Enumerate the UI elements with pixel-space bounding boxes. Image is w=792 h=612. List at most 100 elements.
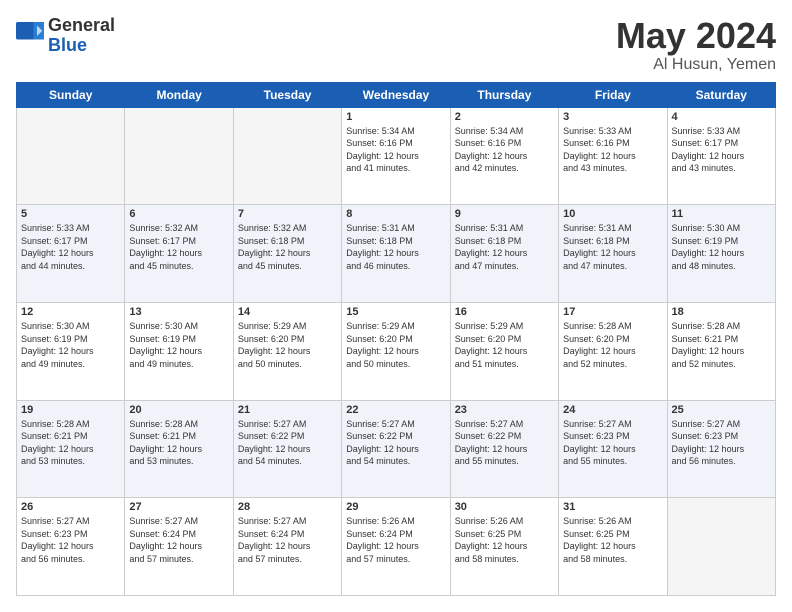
day-info: Sunrise: 5:27 AM Sunset: 6:22 PM Dayligh… xyxy=(238,418,337,468)
day-info: Sunrise: 5:27 AM Sunset: 6:23 PM Dayligh… xyxy=(563,418,662,468)
table-row: 26Sunrise: 5:27 AM Sunset: 6:23 PM Dayli… xyxy=(17,498,125,596)
logo-icon xyxy=(16,22,44,50)
day-number: 24 xyxy=(563,404,662,416)
day-info: Sunrise: 5:30 AM Sunset: 6:19 PM Dayligh… xyxy=(21,320,120,370)
day-info: Sunrise: 5:28 AM Sunset: 6:21 PM Dayligh… xyxy=(21,418,120,468)
day-number: 12 xyxy=(21,306,120,318)
day-number: 15 xyxy=(346,306,445,318)
day-info: Sunrise: 5:27 AM Sunset: 6:24 PM Dayligh… xyxy=(238,515,337,565)
header-saturday: Saturday xyxy=(667,82,775,107)
logo-general-text: General xyxy=(48,16,115,36)
day-info: Sunrise: 5:32 AM Sunset: 6:17 PM Dayligh… xyxy=(129,222,228,272)
header-wednesday: Wednesday xyxy=(342,82,450,107)
day-number: 11 xyxy=(672,208,771,220)
day-info: Sunrise: 5:28 AM Sunset: 6:21 PM Dayligh… xyxy=(672,320,771,370)
logo-text: General Blue xyxy=(48,16,115,56)
table-row: 18 Sunrise: 5:28 AM Sunset: 6:21 PM Dayli… xyxy=(667,302,775,400)
table-row: 8 Sunrise: 5:31 AM Sunset: 6:18 PM Daylig… xyxy=(342,205,450,303)
day-number: 4 xyxy=(672,111,771,123)
day-number: 10 xyxy=(563,208,662,220)
table-row: 30 Sunrise: 5:26 AM Sunset: 6:25 PM Dayli… xyxy=(450,498,558,596)
table-row: 7Sunrise: 5:32 AM Sunset: 6:18 PM Daylig… xyxy=(233,205,341,303)
table-row: 29 Sunrise: 5:26 AM Sunset: 6:24 PM Dayli… xyxy=(342,498,450,596)
day-info: Sunrise: 5:27 AM Sunset: 6:24 PM Dayligh… xyxy=(129,515,228,565)
day-info: Sunrise: 5:31 AM Sunset: 6:18 PM Dayligh… xyxy=(455,222,554,272)
day-number: 17 xyxy=(563,306,662,318)
logo: General Blue xyxy=(16,16,115,56)
table-row xyxy=(17,107,125,205)
table-row xyxy=(233,107,341,205)
calendar-week-row: 26Sunrise: 5:27 AM Sunset: 6:23 PM Dayli… xyxy=(17,498,776,596)
table-row: 1 Sunrise: 5:34 AM Sunset: 6:16 PM Daylig… xyxy=(342,107,450,205)
day-number: 9 xyxy=(455,208,554,220)
day-number: 14 xyxy=(238,306,337,318)
header-sunday: Sunday xyxy=(17,82,125,107)
day-number: 2 xyxy=(455,111,554,123)
day-info: Sunrise: 5:28 AM Sunset: 6:21 PM Dayligh… xyxy=(129,418,228,468)
day-info: Sunrise: 5:27 AM Sunset: 6:22 PM Dayligh… xyxy=(455,418,554,468)
day-number: 1 xyxy=(346,111,445,123)
month-title: May 2024 xyxy=(616,16,776,56)
day-number: 25 xyxy=(672,404,771,416)
table-row: 14 Sunrise: 5:29 AM Sunset: 6:20 PM Dayli… xyxy=(233,302,341,400)
day-number: 29 xyxy=(346,501,445,513)
day-number: 20 xyxy=(129,404,228,416)
day-info: Sunrise: 5:26 AM Sunset: 6:25 PM Dayligh… xyxy=(563,515,662,565)
table-row: 19Sunrise: 5:28 AM Sunset: 6:21 PM Dayli… xyxy=(17,400,125,498)
day-number: 30 xyxy=(455,501,554,513)
day-info: Sunrise: 5:29 AM Sunset: 6:20 PM Dayligh… xyxy=(238,320,337,370)
day-number: 6 xyxy=(129,208,228,220)
day-info: Sunrise: 5:33 AM Sunset: 6:16 PM Dayligh… xyxy=(563,125,662,175)
table-row: 20 Sunrise: 5:28 AM Sunset: 6:21 PM Dayli… xyxy=(125,400,233,498)
table-row: 31 Sunrise: 5:26 AM Sunset: 6:25 PM Dayli… xyxy=(559,498,667,596)
header-tuesday: Tuesday xyxy=(233,82,341,107)
table-row: 17 Sunrise: 5:28 AM Sunset: 6:20 PM Dayli… xyxy=(559,302,667,400)
header-friday: Friday xyxy=(559,82,667,107)
day-info: Sunrise: 5:34 AM Sunset: 6:16 PM Dayligh… xyxy=(346,125,445,175)
table-row: 11Sunrise: 5:30 AM Sunset: 6:19 PM Dayli… xyxy=(667,205,775,303)
day-info: Sunrise: 5:29 AM Sunset: 6:20 PM Dayligh… xyxy=(455,320,554,370)
table-row: 5 Sunrise: 5:33 AM Sunset: 6:17 PM Daylig… xyxy=(17,205,125,303)
day-info: Sunrise: 5:27 AM Sunset: 6:23 PM Dayligh… xyxy=(21,515,120,565)
table-row: 13 Sunrise: 5:30 AM Sunset: 6:19 PM Dayli… xyxy=(125,302,233,400)
table-row xyxy=(667,498,775,596)
table-row: 4 Sunrise: 5:33 AM Sunset: 6:17 PM Daylig… xyxy=(667,107,775,205)
day-number: 7 xyxy=(238,208,337,220)
day-info: Sunrise: 5:27 AM Sunset: 6:23 PM Dayligh… xyxy=(672,418,771,468)
day-number: 21 xyxy=(238,404,337,416)
page: General Blue May 2024 Al Husun, Yemen Su… xyxy=(0,0,792,612)
day-info: Sunrise: 5:33 AM Sunset: 6:17 PM Dayligh… xyxy=(672,125,771,175)
table-row xyxy=(125,107,233,205)
day-number: 13 xyxy=(129,306,228,318)
day-number: 18 xyxy=(672,306,771,318)
day-number: 3 xyxy=(563,111,662,123)
calendar-week-row: 19Sunrise: 5:28 AM Sunset: 6:21 PM Dayli… xyxy=(17,400,776,498)
calendar-table: Sunday Monday Tuesday Wednesday Thursday… xyxy=(16,82,776,596)
table-row: 3 Sunrise: 5:33 AM Sunset: 6:16 PM Daylig… xyxy=(559,107,667,205)
day-info: Sunrise: 5:26 AM Sunset: 6:25 PM Dayligh… xyxy=(455,515,554,565)
table-row: 21 Sunrise: 5:27 AM Sunset: 6:22 PM Dayli… xyxy=(233,400,341,498)
day-number: 27 xyxy=(129,501,228,513)
table-row: 24 Sunrise: 5:27 AM Sunset: 6:23 PM Dayli… xyxy=(559,400,667,498)
table-row: 27 Sunrise: 5:27 AM Sunset: 6:24 PM Dayli… xyxy=(125,498,233,596)
day-info: Sunrise: 5:27 AM Sunset: 6:22 PM Dayligh… xyxy=(346,418,445,468)
day-number: 23 xyxy=(455,404,554,416)
title-block: May 2024 Al Husun, Yemen xyxy=(616,16,776,74)
header-monday: Monday xyxy=(125,82,233,107)
table-row: 10Sunrise: 5:31 AM Sunset: 6:18 PM Dayli… xyxy=(559,205,667,303)
day-info: Sunrise: 5:26 AM Sunset: 6:24 PM Dayligh… xyxy=(346,515,445,565)
day-number: 5 xyxy=(21,208,120,220)
table-row: 25 Sunrise: 5:27 AM Sunset: 6:23 PM Dayli… xyxy=(667,400,775,498)
header: General Blue May 2024 Al Husun, Yemen xyxy=(16,16,776,74)
day-info: Sunrise: 5:28 AM Sunset: 6:20 PM Dayligh… xyxy=(563,320,662,370)
table-row: 22Sunrise: 5:27 AM Sunset: 6:22 PM Dayli… xyxy=(342,400,450,498)
day-info: Sunrise: 5:33 AM Sunset: 6:17 PM Dayligh… xyxy=(21,222,120,272)
calendar-header-row: Sunday Monday Tuesday Wednesday Thursday… xyxy=(17,82,776,107)
day-number: 31 xyxy=(563,501,662,513)
day-number: 8 xyxy=(346,208,445,220)
day-number: 16 xyxy=(455,306,554,318)
day-info: Sunrise: 5:31 AM Sunset: 6:18 PM Dayligh… xyxy=(346,222,445,272)
calendar-week-row: 5 Sunrise: 5:33 AM Sunset: 6:17 PM Daylig… xyxy=(17,205,776,303)
day-number: 28 xyxy=(238,501,337,513)
day-info: Sunrise: 5:30 AM Sunset: 6:19 PM Dayligh… xyxy=(129,320,228,370)
